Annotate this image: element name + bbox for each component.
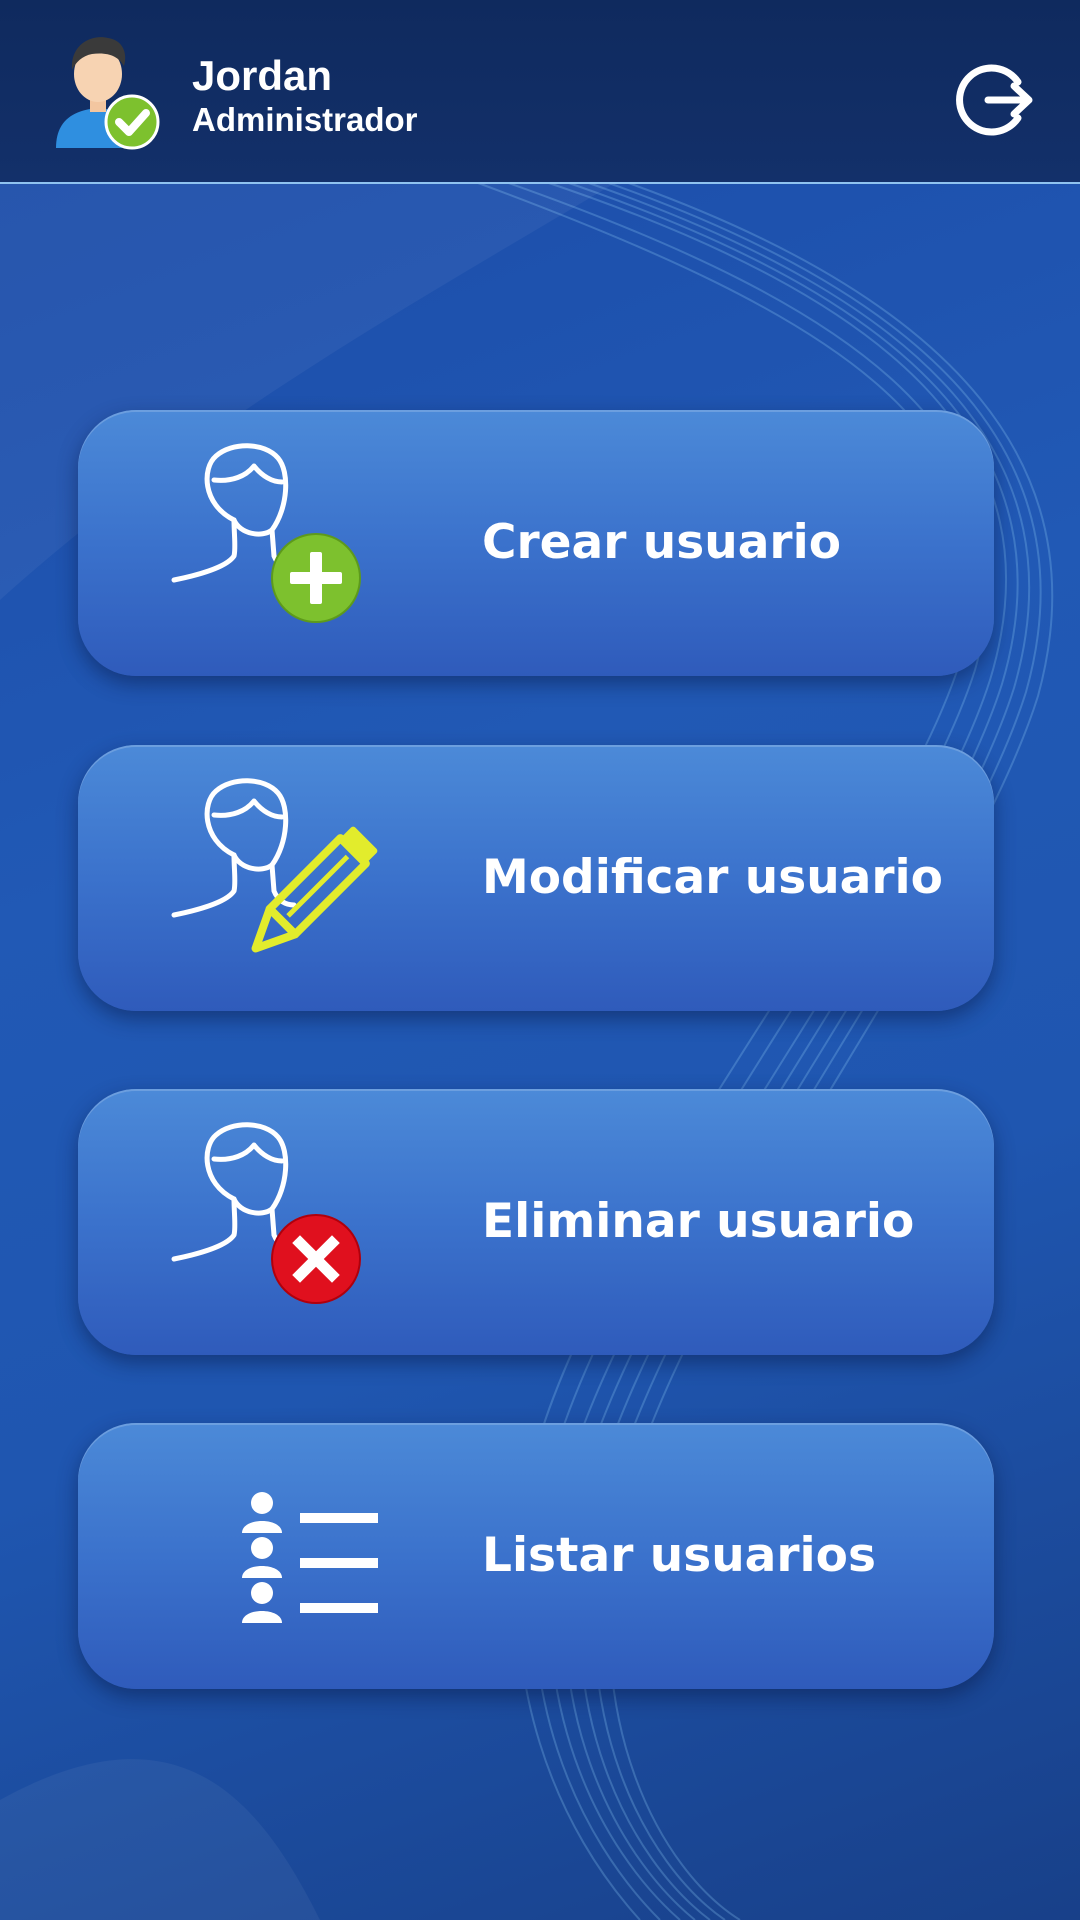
- user-verified-avatar-icon: [52, 30, 162, 150]
- user-list-icon: [154, 1451, 394, 1661]
- logout-button[interactable]: [956, 60, 1036, 140]
- list-users-label: Listar usuarios: [482, 1528, 876, 1583]
- create-user-label: Crear usuario: [482, 515, 841, 570]
- user-add-icon: [154, 438, 394, 648]
- modify-user-label: Modificar usuario: [482, 850, 943, 905]
- user-edit-icon: [154, 773, 394, 983]
- delete-user-button[interactable]: Eliminar usuario: [78, 1089, 994, 1355]
- user-role: Administrador: [192, 101, 418, 138]
- list-users-button[interactable]: Listar usuarios: [78, 1423, 994, 1689]
- modify-user-button[interactable]: Modificar usuario: [78, 745, 994, 1011]
- delete-user-label: Eliminar usuario: [482, 1194, 915, 1249]
- create-user-button[interactable]: Crear usuario: [78, 410, 994, 676]
- logout-icon: [956, 64, 1033, 136]
- user-delete-icon: [154, 1117, 394, 1327]
- user-name: Jordan: [192, 52, 333, 99]
- app-header: Jordan Administrador: [0, 0, 1080, 184]
